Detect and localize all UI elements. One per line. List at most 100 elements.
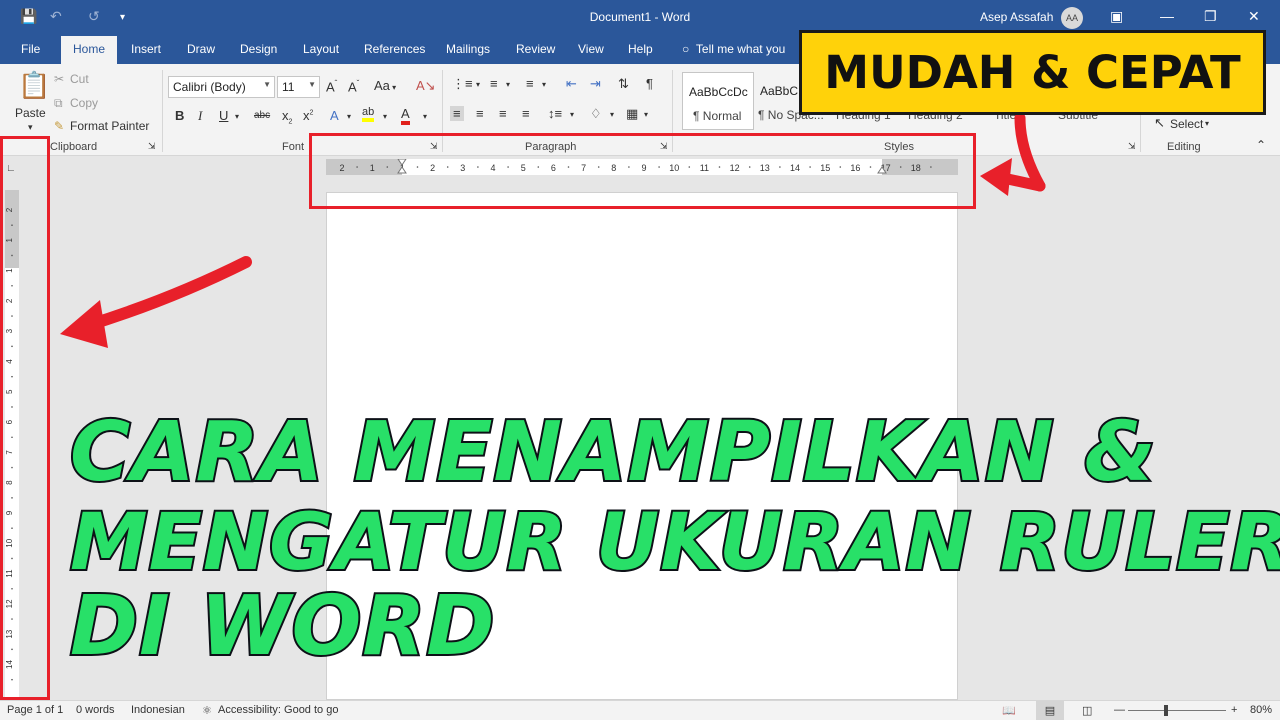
paste-button[interactable]: Paste <box>15 106 46 120</box>
numbering-dropdown-icon[interactable]: ▾ <box>506 80 510 89</box>
show-formatting-icon[interactable]: ¶ <box>646 76 653 91</box>
tab-draw[interactable]: Draw <box>187 42 215 56</box>
tab-view[interactable]: View <box>578 42 604 56</box>
page-count[interactable]: Page 1 of 1 <box>7 704 63 716</box>
subscript-icon[interactable]: x2 <box>282 108 292 126</box>
style-normal[interactable]: AaBbCcDc ¶ Normal <box>682 72 754 130</box>
italic-icon[interactable]: I <box>198 108 202 124</box>
select-button[interactable]: Select <box>1170 117 1203 131</box>
grow-font-icon[interactable]: Aˆ <box>326 79 337 94</box>
font-family-value: Calibri (Body) <box>173 80 246 94</box>
underline-icon[interactable]: U <box>219 108 228 123</box>
line-spacing-dropdown-icon[interactable]: ▾ <box>570 110 574 119</box>
highlight-box-vertical-ruler <box>0 136 50 700</box>
avatar[interactable]: AA <box>1061 7 1083 29</box>
shading-icon[interactable]: ♢ <box>590 106 602 122</box>
tab-home[interactable]: Home <box>61 36 118 64</box>
read-mode-icon[interactable]: 📖 <box>1002 704 1016 717</box>
zoom-out-icon[interactable]: — <box>1114 704 1125 716</box>
increase-indent-icon[interactable]: ⇥ <box>590 76 601 92</box>
accessibility-icon: ⚛ <box>202 705 212 717</box>
tell-me-search[interactable]: ○ Tell me what you <box>682 42 785 56</box>
tab-insert[interactable]: Insert <box>131 42 161 56</box>
text-effects-dropdown-icon[interactable]: ▾ <box>347 112 351 121</box>
align-right-icon[interactable]: ≡ <box>499 106 507 121</box>
cut-icon[interactable]: ✂ <box>54 72 64 86</box>
editing-group-label: Editing <box>1167 141 1201 153</box>
clipboard-launcher-icon[interactable]: ⇲ <box>148 141 156 152</box>
zoom-slider-thumb[interactable] <box>1164 705 1168 716</box>
bullets-dropdown-icon[interactable]: ▾ <box>476 80 480 89</box>
tab-references[interactable]: References <box>364 42 425 56</box>
font-group-label: Font <box>282 141 305 153</box>
status-bar: Page 1 of 1 0 words Indonesian ⚛ Accessi… <box>0 700 1280 720</box>
text-effects-icon[interactable]: A <box>330 108 339 123</box>
zoom-in-icon[interactable]: + <box>1231 704 1237 716</box>
multilevel-dropdown-icon[interactable]: ▾ <box>542 80 546 89</box>
accessibility-status[interactable]: Accessibility: Good to go <box>218 704 338 716</box>
sort-icon[interactable]: ⇅ <box>618 76 629 92</box>
select-dropdown-icon[interactable]: ▾ <box>1205 119 1209 128</box>
format-painter-button[interactable]: Format Painter <box>70 119 149 133</box>
superscript-icon[interactable]: x2 <box>303 108 313 123</box>
numbering-icon[interactable]: ≡ <box>490 76 498 91</box>
format-painter-icon[interactable]: ✎ <box>54 119 64 133</box>
user-name[interactable]: Asep Assafah <box>980 10 1053 24</box>
minimize-icon[interactable]: — <box>1160 8 1174 24</box>
borders-dropdown-icon[interactable]: ▾ <box>644 110 648 119</box>
bold-icon[interactable]: B <box>175 108 184 123</box>
justify-icon[interactable]: ≡ <box>522 106 530 121</box>
decrease-indent-icon[interactable]: ⇤ <box>566 76 577 92</box>
styles-launcher-icon[interactable]: ⇲ <box>1128 141 1136 152</box>
tab-file[interactable]: File <box>21 42 40 56</box>
multilevel-list-icon[interactable]: ≡ <box>526 76 534 91</box>
change-case-button[interactable]: Aa ▾ <box>374 78 396 93</box>
align-left-icon[interactable]: ≡ <box>450 106 464 121</box>
font-color-icon[interactable]: A <box>401 106 410 125</box>
word-count[interactable]: 0 words <box>76 704 115 716</box>
collapse-ribbon-icon[interactable]: ⌃ <box>1256 138 1266 152</box>
web-layout-icon[interactable]: ◫ <box>1082 704 1092 717</box>
clear-formatting-icon[interactable]: A↘ <box>416 78 436 94</box>
strikethrough-icon[interactable]: abc <box>254 110 270 121</box>
borders-icon[interactable]: ▦ <box>626 106 638 122</box>
bullets-icon[interactable]: ⋮≡ <box>452 76 473 92</box>
style-preview: AaBbCcDc <box>689 85 748 99</box>
print-layout-icon[interactable]: ▤ <box>1036 701 1064 720</box>
font-family-select[interactable]: Calibri (Body) ▼ <box>168 76 275 98</box>
font-color-dropdown-icon[interactable]: ▾ <box>423 112 427 121</box>
tab-design[interactable]: Design <box>240 42 277 56</box>
headline-line-2: MENGATUR UKURAN RULER <box>68 498 1280 588</box>
tab-layout[interactable]: Layout <box>303 42 339 56</box>
shrink-font-icon[interactable]: Aˇ <box>348 79 359 94</box>
headline-line-1: CARA MENAMPILKAN & <box>68 405 1158 500</box>
tab-help[interactable]: Help <box>628 42 653 56</box>
font-size-value: 11 <box>282 80 295 94</box>
copy-button[interactable]: Copy <box>70 96 98 110</box>
tab-review[interactable]: Review <box>516 42 555 56</box>
badge-mudah-cepat: MUDAH & CEPAT <box>799 30 1266 115</box>
select-icon[interactable]: ↖ <box>1154 115 1165 131</box>
shading-dropdown-icon[interactable]: ▾ <box>610 110 614 119</box>
highlight-icon[interactable]: ab <box>362 106 375 122</box>
underline-dropdown-icon[interactable]: ▾ <box>235 112 239 121</box>
highlight-dropdown-icon[interactable]: ▾ <box>383 112 387 121</box>
ribbon-display-icon[interactable]: ▣ <box>1110 8 1123 25</box>
zoom-level[interactable]: 80% <box>1250 704 1272 716</box>
zoom-slider[interactable] <box>1128 710 1226 711</box>
headline-line-3: DI WORD <box>68 579 496 674</box>
chevron-down-icon: ▼ <box>263 80 271 89</box>
close-icon[interactable]: ✕ <box>1248 8 1260 25</box>
chevron-down-icon: ▼ <box>308 80 316 89</box>
copy-icon[interactable]: ⧉ <box>54 96 63 111</box>
line-spacing-icon[interactable]: ↕≡ <box>548 106 562 121</box>
cut-button[interactable]: Cut <box>70 72 89 86</box>
tab-mailings[interactable]: Mailings <box>446 42 490 56</box>
align-center-icon[interactable]: ≡ <box>476 106 484 121</box>
restore-icon[interactable]: ❐ <box>1204 8 1217 25</box>
font-size-select[interactable]: 11 ▼ <box>277 76 320 98</box>
change-case-label: Aa <box>374 78 390 93</box>
paste-dropdown-icon[interactable]: ▾ <box>28 122 33 133</box>
language-indicator[interactable]: Indonesian <box>131 704 185 716</box>
paste-icon[interactable]: 📋 <box>18 70 50 101</box>
